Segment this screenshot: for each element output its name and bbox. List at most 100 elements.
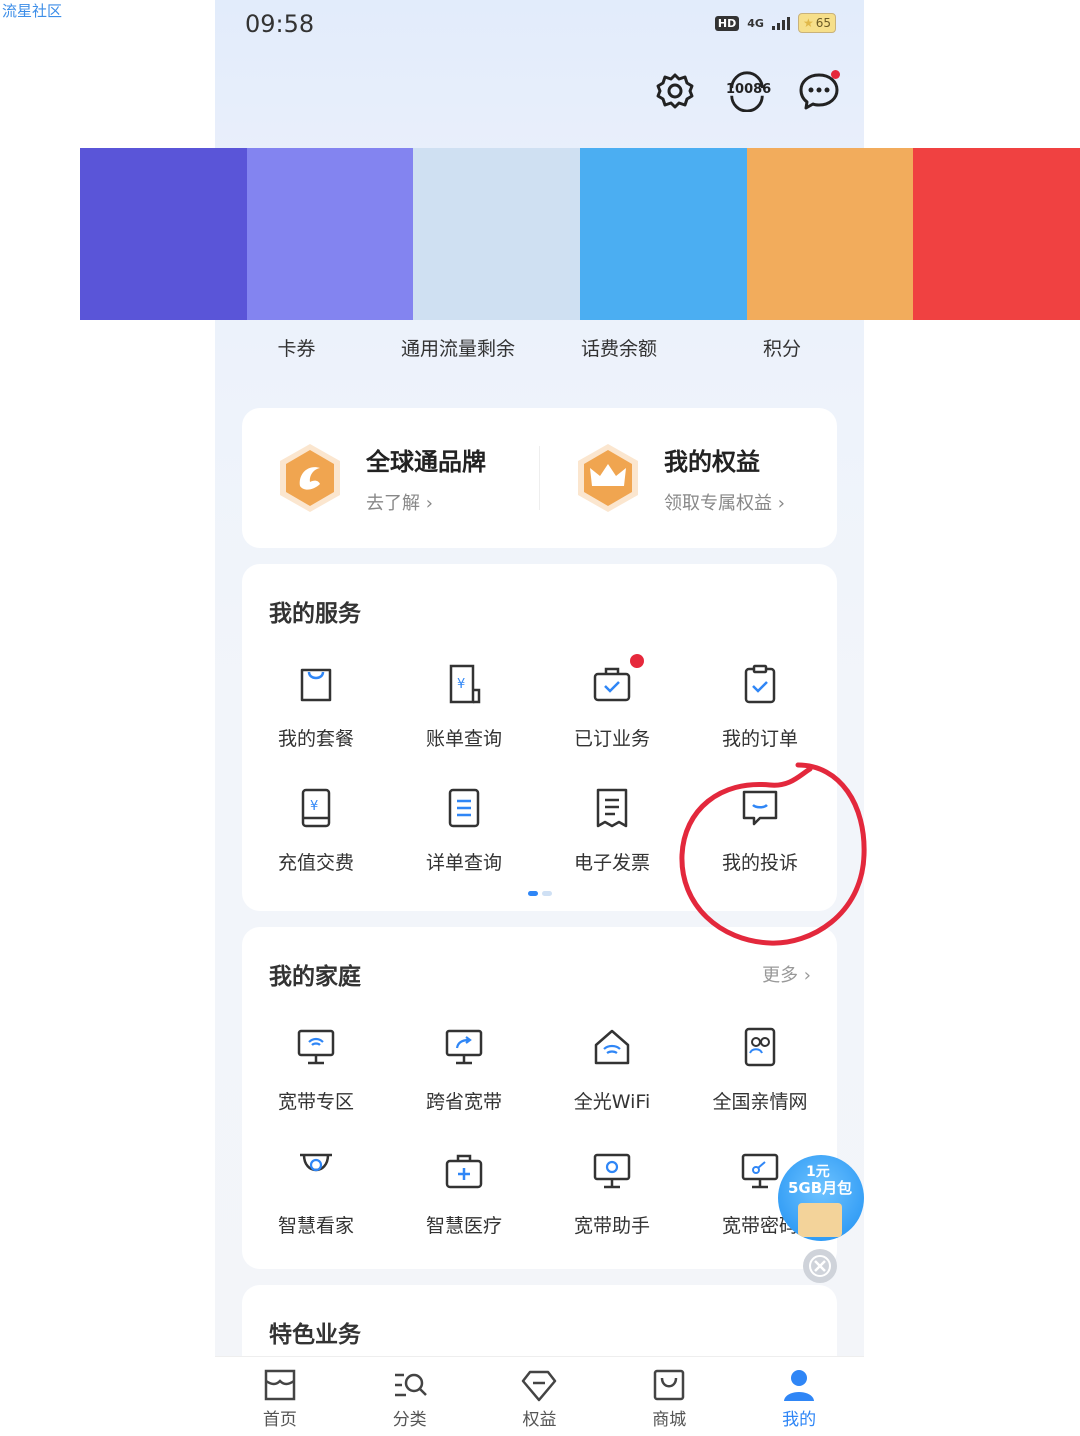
family-broadband-zone[interactable]: 宽带专区 [242,1027,390,1151]
family-national-network[interactable]: 全国亲情网 [686,1027,834,1151]
signal-icon [771,16,790,30]
my-benefits-entry[interactable]: 我的权益 领取专属权益 › [540,442,837,515]
phone-yuan-icon: ¥ [301,788,331,828]
gift-package-icon [798,1203,842,1237]
nav-mall[interactable]: 商城 [604,1357,734,1436]
status-bar-right: HD 4G ★ 65 [714,13,836,33]
battery-indicator: ★ 65 [797,13,836,33]
brand-logo-icon [280,444,340,512]
promo-floating-button[interactable]: 1元 5GB月包 [778,1155,864,1241]
svg-text:¥: ¥ [310,799,318,814]
crown-icon [578,444,638,512]
grid-label: 宽带专区 [277,1091,354,1113]
global-brand-entry[interactable]: 全球通品牌 去了解 › [242,442,539,515]
nav-home[interactable]: 首页 [215,1357,345,1436]
grid-label: 跨省宽带 [425,1091,502,1113]
grid-label: 我的订单 [721,728,798,750]
family-broadband-assistant[interactable]: 宽带助手 [538,1151,686,1275]
grid-label: 账单查询 [425,728,502,750]
nav-label: 商城 [652,1410,687,1430]
global-brand-link: 去了解 [366,492,420,514]
stat-balance[interactable]: 话费余额 [538,334,700,361]
grid-label: 已订业务 [573,728,650,750]
color-swatch [80,148,247,320]
grid-label: 全光WiFi [573,1091,651,1113]
section-title: 特色业务 [269,1322,361,1348]
monitor-share-icon [445,1029,483,1065]
family-cross-province[interactable]: 跨省宽带 [390,1027,538,1151]
service-detail-query[interactable]: 详单查询 [390,788,538,912]
section-title: 我的家庭 [269,964,361,990]
unread-dot [831,70,840,79]
service-bill-query[interactable]: ¥ 账单查询 [390,664,538,788]
hotline-number: 10086 [726,82,772,97]
gear-icon [656,73,694,109]
family-fiber-wifi[interactable]: 全光WiFi [538,1027,686,1151]
family-smart-home-watch[interactable]: 智慧看家 [242,1151,390,1275]
clipboard-check-icon [744,664,776,704]
user-icon [784,1370,815,1401]
grid-label: 智慧医疗 [425,1215,502,1237]
bill-icon: ¥ [449,664,481,704]
briefcase-check-icon [593,667,631,702]
watermark-text: 流星社区 [2,2,63,20]
nav-benefits[interactable]: 权益 [475,1357,605,1436]
stat-points[interactable]: 积分 [700,334,864,361]
grid-label: 宽带助手 [573,1215,650,1237]
hotline-button[interactable]: 10086 [726,70,772,112]
bottom-nav: 首页 分类 权益 商城 我的 [215,1356,864,1436]
color-swatch [413,148,581,320]
stat-data-remaining[interactable]: 通用流量剩余 [378,334,538,361]
nav-mine[interactable]: 我的 [734,1357,864,1436]
promo-package: 5GB月包 [788,1179,853,1197]
monitor-eye-icon [593,1153,631,1189]
grid-label: 全国亲情网 [712,1091,808,1113]
stat-coupons[interactable]: 卡券 [215,334,378,361]
service-subscribed[interactable]: 已订业务 [538,654,686,788]
settings-button[interactable] [654,70,696,112]
chevron-right-icon: › [420,492,433,514]
medical-kit-icon [445,1154,483,1189]
annotation-circle [679,762,867,946]
messages-button[interactable] [798,70,840,112]
color-swatch [580,148,747,320]
store-icon [264,1369,296,1401]
home-wifi-icon [594,1029,630,1065]
grid-label: 充值交费 [277,852,354,874]
nav-category[interactable]: 分类 [345,1357,475,1436]
shopping-bag-icon [654,1369,685,1401]
my-benefits-title: 我的权益 [664,447,760,476]
svg-text:¥: ¥ [457,677,465,692]
search-list-icon [394,1373,427,1397]
page-indicator [528,891,552,896]
battery-level: 65 [815,16,831,30]
close-icon [809,1255,831,1277]
nav-label: 我的 [782,1410,817,1430]
chevron-right-icon: › [772,492,785,514]
chevron-right-icon: › [798,965,811,986]
family-smart-medical[interactable]: 智慧医疗 [390,1151,538,1275]
notification-dot [630,654,644,668]
nav-label: 首页 [262,1410,297,1430]
battery-icon: ★ [802,16,814,30]
family-contacts-icon [744,1027,776,1067]
camera-icon [300,1153,332,1172]
network-type: 4G [747,16,764,30]
service-my-plan[interactable]: 我的套餐 [242,664,390,788]
service-recharge[interactable]: ¥ 充值交费 [242,788,390,912]
list-icon [448,788,480,828]
color-swatch-band [80,148,1080,320]
promo-close-button[interactable] [803,1249,837,1283]
service-e-invoice[interactable]: 电子发票 [538,788,686,912]
grid-label: 智慧看家 [277,1215,354,1237]
my-family-card: 我的家庭 更多 › 宽带专区 跨省宽带 全光WiFi 全国亲情网 智慧看家 智慧… [242,927,837,1269]
monitor-wifi-icon [297,1029,335,1065]
grid-label: 我的套餐 [277,728,354,750]
bag-icon [300,668,332,702]
global-brand-title: 全球通品牌 [366,447,486,476]
status-time: 09:58 [245,10,315,38]
header-actions: 10086 [654,70,840,112]
color-swatch [246,148,414,320]
diamond-icon [522,1370,557,1402]
more-link[interactable]: 更多 › [762,961,811,987]
